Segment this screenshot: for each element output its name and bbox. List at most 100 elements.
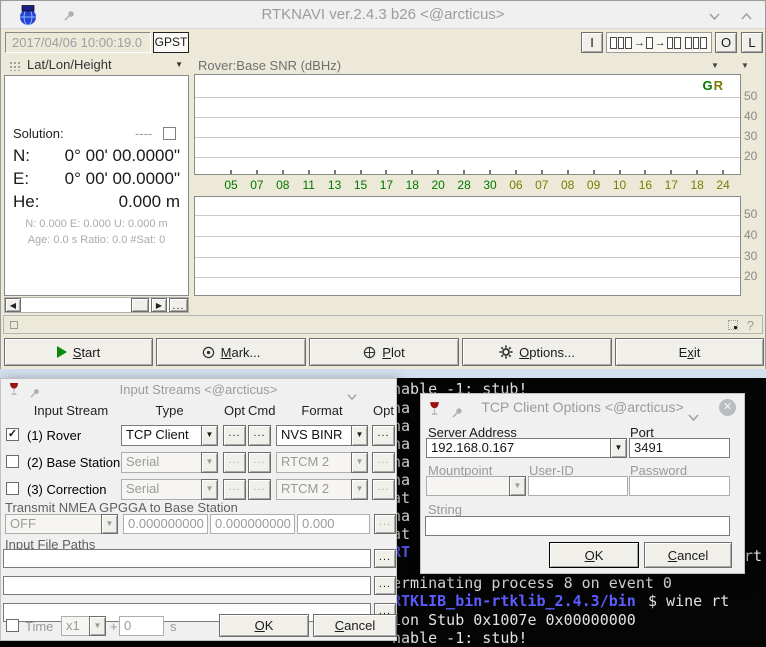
- rover-opt-button[interactable]: ...: [223, 425, 246, 446]
- terminal-text: rt: [744, 547, 762, 565]
- base-format-value: RTCM 2: [276, 452, 351, 473]
- status-square-icon: [10, 321, 18, 329]
- rover-cmd-button[interactable]: ...: [248, 425, 271, 446]
- pin-icon[interactable]: [451, 401, 464, 428]
- panel-options-button[interactable]: ...: [169, 298, 188, 312]
- chevron-down-icon: ▼: [89, 616, 106, 636]
- gridline: [195, 277, 740, 278]
- button-label-part: K: [265, 618, 274, 633]
- resize-grip-icon[interactable]: [728, 320, 738, 330]
- scroll-thumb[interactable]: [131, 298, 149, 312]
- pin-icon[interactable]: [63, 9, 76, 25]
- x-axis-tick: [385, 170, 387, 174]
- base-type-value: Serial: [121, 452, 201, 473]
- x-axis-tick: [593, 170, 595, 174]
- panel-grip-handle[interactable]: [9, 61, 21, 71]
- time-checkbox[interactable]: [6, 619, 19, 632]
- chevron-down-icon[interactable]: ▼: [201, 425, 218, 446]
- snr-plot-lower: [194, 196, 741, 296]
- rover-type-value: TCP Client: [121, 425, 201, 446]
- input-streams-titlebar[interactable]: Input Streams <@arcticus>: [1, 379, 396, 400]
- shade-chevron-down-icon[interactable]: [687, 404, 700, 431]
- server-address-select[interactable]: 192.168.0.167▼: [426, 438, 627, 458]
- tcp-titlebar[interactable]: TCP Client Options <@arcticus> ✕: [421, 394, 744, 421]
- rover-format-select[interactable]: NVS BINR▼: [276, 425, 368, 446]
- legend-gps: G: [702, 78, 713, 93]
- shade-chevron-up-icon[interactable]: [740, 9, 753, 24]
- shade-chevron-down-icon[interactable]: [708, 9, 721, 24]
- x-axis-tick: [282, 170, 284, 174]
- solution-type-select[interactable]: Lat/Lon/Height ▼: [27, 57, 187, 74]
- plot-type-dropdown-icon[interactable]: ▼: [711, 61, 719, 70]
- time-unit-label: s: [170, 619, 177, 634]
- file-path-1-browse-button[interactable]: ...: [374, 549, 396, 568]
- port-field[interactable]: 3491: [629, 438, 730, 458]
- password-field: [629, 476, 730, 496]
- x-axis-tick: [515, 170, 517, 174]
- time-system-button[interactable]: GPST: [153, 32, 189, 53]
- close-icon[interactable]: ✕: [719, 399, 736, 416]
- plot-button[interactable]: Plot: [309, 338, 459, 366]
- help-icon[interactable]: ?: [747, 318, 754, 333]
- solution-indicator-box[interactable]: [163, 127, 176, 140]
- chevron-down-icon[interactable]: ▼: [351, 425, 368, 446]
- x-axis-tick: [541, 170, 543, 174]
- base-checkbox[interactable]: [6, 455, 19, 468]
- terminal-text: $ wine rt: [648, 592, 729, 610]
- rover-type-select[interactable]: TCP Client▼: [121, 425, 218, 446]
- input-streams-ok-button[interactable]: OK: [219, 614, 309, 637]
- terminal-text: ion Stub 0x1007e 0x00000000: [392, 611, 636, 629]
- chevron-down-icon[interactable]: ▼: [610, 438, 627, 458]
- stream-indicator-square: [618, 37, 625, 49]
- mark-button[interactable]: Mark...: [156, 338, 306, 366]
- start-button[interactable]: Start: [4, 338, 153, 366]
- options-button[interactable]: Options...: [462, 338, 612, 366]
- output-stream-button[interactable]: O: [715, 32, 737, 53]
- exit-button[interactable]: Exit: [615, 338, 764, 366]
- correction-type-select: Serial▼: [121, 479, 218, 500]
- input-streams-cancel-button[interactable]: Cancel: [313, 614, 397, 637]
- satellite-label: 24: [713, 178, 733, 192]
- main-titlebar[interactable]: RTKNAVI ver.2.4.3 b26 <@arcticus>: [1, 1, 765, 29]
- satellite-label: 17: [661, 178, 681, 192]
- chevron-down-icon: ▼: [201, 452, 218, 473]
- x-axis-tick: [334, 170, 336, 174]
- chevron-down-icon: ▼: [509, 476, 526, 496]
- desktop-strip: [0, 369, 766, 378]
- x-axis-tick: [463, 170, 465, 174]
- plot-opt-dropdown-icon[interactable]: ▼: [741, 61, 749, 70]
- scroll-left-icon[interactable]: ◀: [5, 298, 21, 312]
- snr-panel: Rover:Base SNR (dBHz) ▼ ▼ GR 50504040303…: [193, 56, 765, 313]
- satellite-label: 07: [532, 178, 552, 192]
- string-field[interactable]: [425, 516, 730, 536]
- rover-checkbox[interactable]: ✓: [6, 428, 19, 441]
- tcp-cancel-button[interactable]: Cancel: [644, 542, 732, 568]
- stream-status-indicator: →→: [606, 32, 712, 53]
- correction-checkbox[interactable]: [6, 482, 19, 495]
- mountpoint-value: [426, 476, 509, 496]
- rover-format-opt-button[interactable]: ...: [372, 425, 395, 446]
- file-path-2-browse-button[interactable]: ...: [374, 576, 396, 595]
- pin-icon[interactable]: [29, 384, 41, 405]
- file-path-1-field[interactable]: [3, 549, 371, 568]
- solution-status: ----: [135, 126, 152, 141]
- tcp-ok-button[interactable]: OK: [549, 542, 639, 568]
- col-header-format: Format: [276, 403, 368, 418]
- x-axis-tick: [437, 170, 439, 174]
- time-mult-value: x1: [61, 616, 89, 636]
- button-label-part: C: [668, 548, 677, 563]
- stream-indicator-square: [693, 37, 700, 49]
- solution-display: Solution: ---- N: 0° 00' 00.0000" E: 0° …: [4, 75, 189, 296]
- col-header-input-stream: Input Stream: [21, 403, 121, 418]
- gridline: [195, 137, 740, 138]
- transmit-height-field: 0.000: [297, 514, 370, 534]
- x-axis-tick: [619, 170, 621, 174]
- button-label-part: ark...: [231, 345, 260, 360]
- solution-panel: Lat/Lon/Height ▼ Solution: ---- N: 0° 00…: [3, 56, 191, 313]
- input-stream-button[interactable]: I: [581, 32, 603, 53]
- file-path-2-field[interactable]: [3, 576, 371, 595]
- solution-scrollbar[interactable]: ◀ ▶ ...: [4, 297, 189, 313]
- scroll-right-icon[interactable]: ▶: [151, 298, 167, 312]
- log-stream-button[interactable]: L: [741, 32, 763, 53]
- correction-format-select: RTCM 2▼: [276, 479, 368, 500]
